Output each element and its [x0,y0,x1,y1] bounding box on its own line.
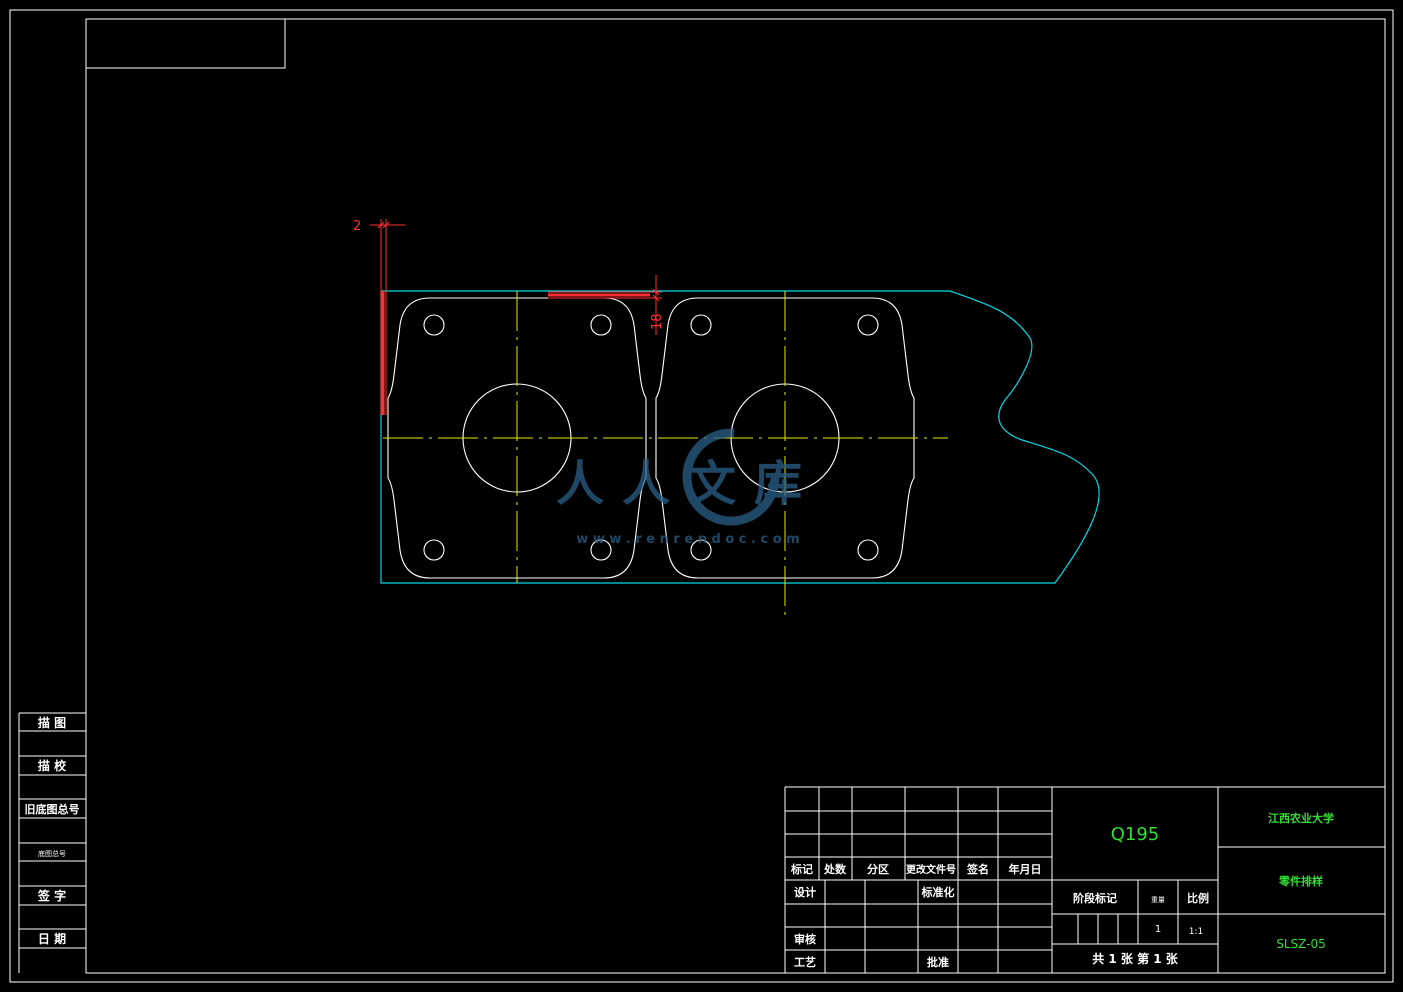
strip-cell-base-no: 底图总号 [38,849,66,858]
value-scale: 1:1 [1189,927,1203,937]
header-count: 处数 [823,862,847,876]
value-quantity: 1 [1155,924,1161,935]
strip-cell-old-base-no: 旧底图总号 [25,802,80,816]
material-label: Q195 [1111,824,1160,845]
label-weight: 重量 [1151,896,1165,904]
school-name: 江西农业大学 [1268,811,1334,825]
part-right-bolt-hole-tl [690,314,712,336]
label-standardize: 标准化 [921,885,955,899]
header-sign: 签名 [966,862,989,876]
label-approve: 批准 [927,955,949,969]
dimension-edge-label: 18 [650,313,665,330]
part-right-bolt-hole-br [857,539,879,561]
part-left-bolt-hole-tr [590,314,612,336]
label-stage-mark: 阶段标记 [1073,891,1117,905]
header-change-doc: 更改文件号 [906,863,956,876]
header-zone: 分区 [867,862,889,876]
watermark-brand: 人人文库 [556,456,820,512]
center-lines [383,291,948,616]
drawing-number: SLSZ-05 [1276,937,1326,951]
label-process: 工艺 [794,955,816,969]
part-right-bolt-hole-tr [857,314,879,336]
dimension-thickness [370,219,405,415]
label-scale: 比例 [1187,891,1209,905]
watermark: 人人文库 w w w . r e n r e n d o c . c o m [556,428,820,547]
dimension-edge [548,275,662,335]
strip-cell-trace-check: 描 校 [38,758,67,773]
header-date: 年月日 [1009,862,1042,876]
sheet-count: 共 1 张 第 1 张 [1092,951,1179,966]
top-left-box [85,18,286,69]
title-block-header: 标记 处数 分区 更改文件号 签名 年月日 [790,862,1042,876]
strip-cell-signature: 签 字 [37,888,66,903]
part-left-bolt-hole-tl [423,314,445,336]
watermark-url: w w w . r e n r e n d o c . c o m [576,532,799,547]
part-left-bolt-hole-bl [423,539,445,561]
header-mark: 标记 [790,862,813,876]
strip-cell-trace: 描 图 [38,715,66,730]
part-name: 零件排样 [1278,874,1323,888]
left-strip-labels: 描 图 描 校 旧底图总号 底图总号 签 字 日 期 [25,715,80,946]
cad-drawing-canvas: 描 图 描 校 旧底图总号 底图总号 签 字 日 期 2 18 人人文库 w w… [9,9,1394,983]
label-design: 设计 [794,885,816,899]
strip-cell-date: 日 期 [38,931,66,946]
label-review: 审核 [794,932,816,946]
dimension-thickness-label: 2 [353,219,361,234]
